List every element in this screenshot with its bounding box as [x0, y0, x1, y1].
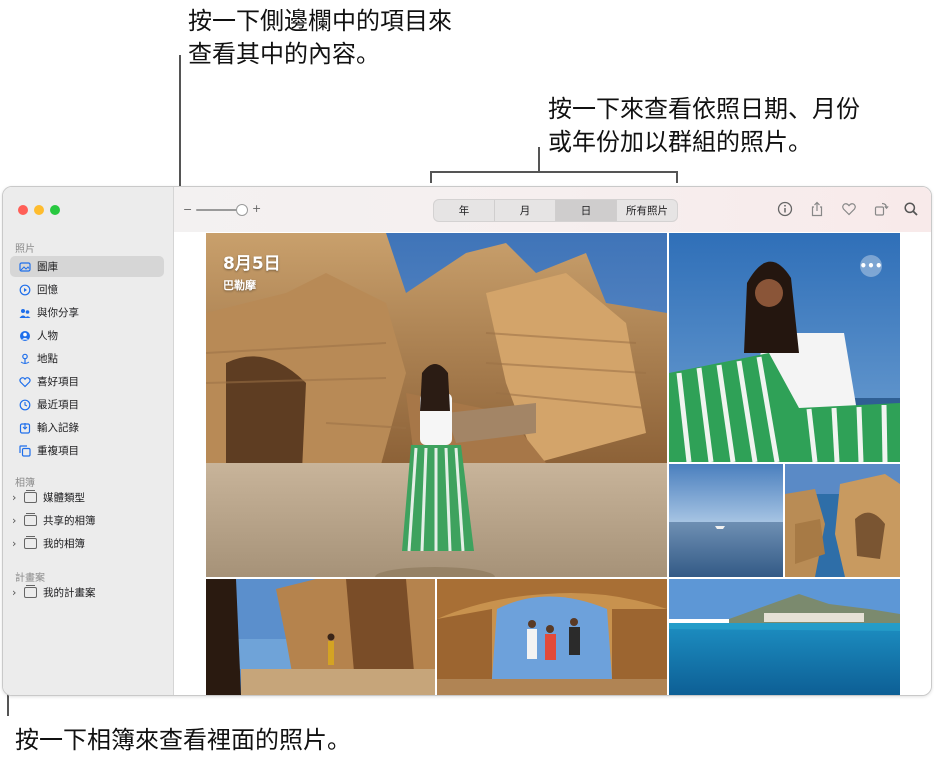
- seascape-boat-photo[interactable]: [669, 464, 783, 577]
- import-icon: [19, 422, 31, 434]
- callout-sidebar-line2: 查看其中的內容。: [188, 40, 380, 68]
- callout-albums-line: 按一下相簿來查看裡面的照片。: [15, 726, 351, 754]
- sidebar-item-people[interactable]: 人物: [10, 325, 164, 346]
- location-label: 巴勒摩: [223, 279, 256, 292]
- sidebar-item-favorites[interactable]: 喜好項目: [10, 371, 164, 392]
- sidebar-item-label: 喜好項目: [37, 376, 79, 388]
- chevron-right-icon[interactable]: ›: [12, 537, 22, 550]
- chevron-right-icon[interactable]: ›: [12, 491, 22, 504]
- tab-days[interactable]: 日: [556, 200, 617, 221]
- sidebar-item-imports[interactable]: 輸入記錄: [10, 417, 164, 438]
- album-stack-icon: [24, 490, 37, 503]
- callout-sidebar: 按一下側邊欄中的項目來 查看其中的內容。: [188, 5, 452, 71]
- callout-view-tabs-line2: 或年份加以群組的照片。: [548, 128, 812, 156]
- bracket-tabs-right: [676, 171, 678, 183]
- sidebar-item-my-albums[interactable]: › 我的相簿: [10, 533, 164, 554]
- sidebar-item-label: 人物: [37, 330, 58, 342]
- sidebar-item-library[interactable]: 圖庫: [10, 256, 164, 277]
- sidebar-item-memories[interactable]: 回憶: [10, 279, 164, 300]
- search-icon[interactable]: [903, 201, 919, 217]
- sidebar-item-label: 最近項目: [37, 399, 79, 411]
- bracket-tabs-horizontal: [430, 171, 678, 173]
- zoom-button[interactable]: [50, 205, 60, 215]
- close-button[interactable]: [18, 205, 28, 215]
- sidebar-item-label: 共享的相簿: [43, 515, 96, 527]
- zoom-out-icon[interactable]: −: [183, 203, 192, 216]
- chevron-right-icon[interactable]: ›: [12, 586, 22, 599]
- sidebar-item-label: 圖庫: [37, 261, 58, 273]
- canyon-photo[interactable]: [206, 579, 435, 695]
- coastal-rocks-photo[interactable]: [785, 464, 900, 577]
- sidebar-item-label: 與你分享: [37, 307, 79, 319]
- section-label-photos: 照片: [15, 244, 35, 255]
- zoom-slider-knob[interactable]: [236, 204, 248, 216]
- sidebar-item-label: 輸入記錄: [37, 422, 79, 434]
- album-stack-icon: [24, 536, 37, 549]
- people-icon: [19, 330, 31, 342]
- sidebar-item-places[interactable]: 地點: [10, 348, 164, 369]
- info-icon[interactable]: [777, 201, 793, 217]
- sidebar-item-my-projects[interactable]: › 我的計畫案: [10, 582, 164, 603]
- sidebar: 照片 圖庫 回憶 與你分享 人物 地點 喜好項目 最近項目 輸入記錄 重複項目 …: [3, 187, 174, 695]
- arch-group-photo[interactable]: [437, 579, 667, 695]
- photos-window: 照片 圖庫 回憶 與你分享 人物 地點 喜好項目 最近項目 輸入記錄 重複項目 …: [2, 186, 932, 696]
- sidebar-item-label: 媒體類型: [43, 492, 85, 504]
- sidebar-item-label: 地點: [37, 353, 58, 365]
- callout-view-tabs: 按一下來查看依照日期、月份 或年份加以群組的照片。: [548, 93, 860, 159]
- zoom-in-icon[interactable]: +: [252, 202, 261, 215]
- memories-icon: [19, 284, 31, 296]
- places-icon: [19, 353, 31, 365]
- shared-album-icon: [24, 513, 37, 526]
- callout-albums: 按一下相簿來查看裡面的照片。: [15, 724, 351, 757]
- heart-icon: [19, 376, 31, 388]
- callout-view-tabs-line1: 按一下來查看依照日期、月份: [548, 95, 860, 123]
- album-stack-icon: [24, 585, 37, 598]
- favorite-heart-icon[interactable]: [841, 201, 857, 217]
- main-area: − + 年 月 日 所有照片 8月5日 巴勒摩 •••: [174, 187, 931, 695]
- sidebar-item-shared-with-you[interactable]: 與你分享: [10, 302, 164, 323]
- tab-months[interactable]: 月: [495, 200, 556, 221]
- clock-icon: [19, 399, 31, 411]
- toolbar: − + 年 月 日 所有照片: [174, 187, 931, 232]
- share-icon[interactable]: [809, 201, 825, 217]
- portrait-photo[interactable]: •••: [669, 233, 900, 462]
- more-options-button[interactable]: •••: [860, 255, 883, 277]
- bracket-tabs-left: [430, 171, 432, 183]
- sidebar-item-recents[interactable]: 最近項目: [10, 394, 164, 415]
- leader-line-tabs-vertical: [538, 147, 540, 172]
- photo-grid: 8月5日 巴勒摩 •••: [206, 233, 900, 695]
- chevron-right-icon[interactable]: ›: [12, 514, 22, 527]
- rotate-icon[interactable]: [873, 201, 889, 217]
- hero-photo[interactable]: 8月5日 巴勒摩: [206, 233, 667, 577]
- tab-years[interactable]: 年: [434, 200, 495, 221]
- sidebar-item-label: 回憶: [37, 284, 58, 296]
- library-icon: [19, 261, 31, 273]
- island-bay-photo[interactable]: [669, 579, 900, 695]
- sidebar-item-duplicates[interactable]: 重複項目: [10, 440, 164, 461]
- shared-with-you-icon: [19, 307, 31, 319]
- sidebar-item-shared-albums[interactable]: › 共享的相簿: [10, 510, 164, 531]
- view-segmented-control: 年 月 日 所有照片: [433, 199, 678, 222]
- sidebar-item-label: 我的相簿: [43, 538, 85, 550]
- minimize-button[interactable]: [34, 205, 44, 215]
- tab-all-photos[interactable]: 所有照片: [617, 200, 677, 221]
- callout-sidebar-line1: 按一下側邊欄中的項目來: [188, 7, 452, 35]
- sidebar-item-media-types[interactable]: › 媒體類型: [10, 487, 164, 508]
- sidebar-item-label: 我的計畫案: [43, 587, 96, 599]
- date-title: 8月5日: [223, 254, 281, 274]
- duplicates-icon: [19, 444, 31, 457]
- sidebar-item-label: 重複項目: [37, 445, 79, 457]
